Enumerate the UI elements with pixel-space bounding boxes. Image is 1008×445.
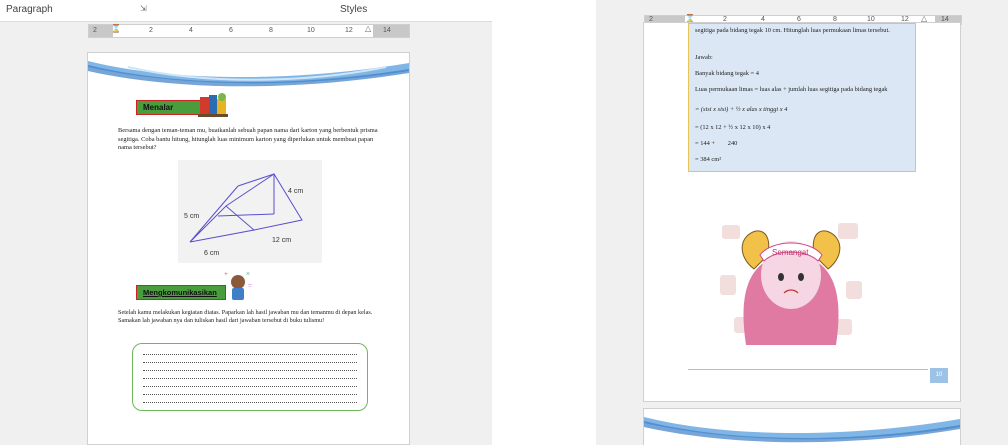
jawab-label: Jawab: [695,54,713,61]
student-clipart-icon: + × = [224,270,252,300]
solution-line: = (12 x 12 + ½ x 12 x 10) x 4 [695,124,771,131]
triangular-prism-diagram: 4 cm 5 cm 6 cm 12 cm [178,160,322,263]
ribbon-bar: Paragraph ⇲ Styles [0,0,492,22]
right-document-window: 2 ⌛ 2 4 6 8 10 12 △ 14 segitiga pada bid… [596,0,1008,445]
solution-line: Banyak bidang tegak = 4 [695,70,759,77]
styles-group-label[interactable]: Styles [340,4,367,15]
side-label: 5 cm [184,213,199,220]
indent-marker-icon[interactable]: ⌛ [111,24,121,33]
height-label: 4 cm [288,188,303,195]
ruler-number: 8 [269,27,273,34]
semangat-girl-illustration: Semangat [720,223,862,345]
communication-paragraph: Setelah kamu melakukan kegiatan diatas. … [118,309,373,325]
page-number-badge: 10 [930,368,948,383]
header-swoosh-decoration [88,61,409,87]
footer-rule [688,369,928,370]
answer-solution-box: segitiga pada bidang tegak 10 cm. Hitung… [688,23,916,172]
document-page[interactable]: Menalar Bersama dengan teman-teman mu, b… [87,52,410,445]
horizontal-ruler[interactable]: 2 ⌛ 2 4 6 8 10 12 △ 14 [88,24,410,38]
paragraph-group-label[interactable]: Paragraph [6,4,53,15]
solution-line: = (sisi x sisi) + ½ x alas x tinggi x 4 [695,106,788,113]
solution-line: = 384 cm² [695,156,722,163]
document-page[interactable]: segitiga pada bidang tegak 10 cm. Hitung… [643,22,961,402]
svg-text:+: + [224,270,228,278]
ruler-number: 2 [149,27,153,34]
ruler-number: 14 [383,27,391,34]
svg-text:=: = [248,282,252,290]
books-clipart-icon [198,93,228,117]
length-label: 12 cm [272,237,291,244]
ruler-number: 4 [189,27,193,34]
next-document-page[interactable] [643,408,961,445]
base-label: 6 cm [204,250,219,257]
solution-line: = 144 + 240 [695,140,738,147]
answer-writing-box[interactable] [132,343,368,411]
mengkomunikasikan-label: Mengkomunikasikan [136,285,226,300]
ruler-number: 2 [93,27,97,34]
ruler-number: 6 [229,27,233,34]
right-indent-marker-icon[interactable]: △ [365,24,373,33]
ruler-number: 10 [307,27,315,34]
left-document-window: Paragraph ⇲ Styles 2 ⌛ 2 4 6 8 10 12 △ 1… [0,0,492,445]
svg-text:×: × [246,270,250,278]
ruler-number: 12 [345,27,353,34]
dialog-launcher-icon[interactable]: ⇲ [140,4,147,13]
header-swoosh-decoration [644,417,960,443]
instruction-paragraph: Bersama dengan teman-teman mu, buatkanla… [118,127,378,151]
question-text: segitiga pada bidang tegak 10 cm. Hitung… [695,27,890,34]
solution-line: Luas permukaan limas = luas alas + jumla… [695,86,888,93]
semangat-headband-text: Semangat [772,248,809,257]
